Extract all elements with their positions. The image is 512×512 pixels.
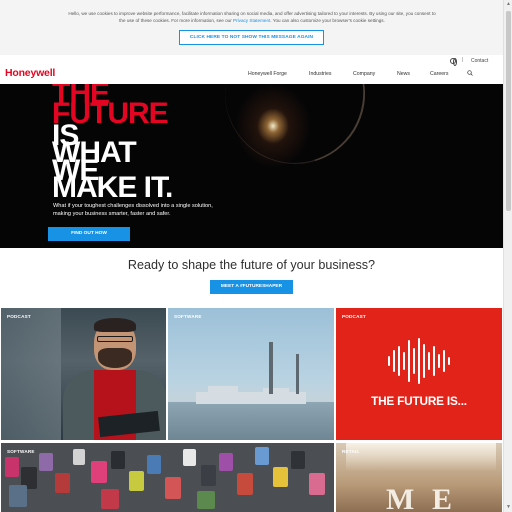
card-category-label: RETAIL [342, 449, 360, 454]
card-category-label: PODCAST [342, 314, 366, 319]
luggage-image [91, 461, 107, 483]
luggage-image [111, 451, 125, 469]
card-category-label: SOFTWARE [7, 449, 35, 454]
nav-item-industries[interactable]: Industries [309, 71, 332, 77]
soundwave-bar [418, 338, 420, 384]
privacy-statement-link[interactable]: Privacy Statement [233, 18, 270, 23]
luggage-image [237, 473, 253, 495]
meet-futureshaper-button[interactable]: MEET A #FUTURESHAPER [210, 280, 293, 294]
scroll-thumb[interactable] [506, 11, 511, 211]
luggage-image [5, 457, 19, 477]
hero-subtitle: What if your toughest challenges dissolv… [53, 203, 213, 217]
smokestack-image [296, 354, 299, 394]
card-category-label: SOFTWARE [174, 314, 202, 319]
luggage-image [9, 485, 27, 507]
dismiss-cookie-button[interactable]: CLICK HERE TO NOT SHOW THIS MESSAGE AGAI… [179, 30, 324, 45]
find-out-how-button[interactable]: FIND OUT HOW [48, 227, 130, 241]
luggage-image [291, 451, 305, 469]
soundwave-bar [448, 357, 450, 365]
scroll-up-arrow-icon[interactable]: ▲ [506, 2, 511, 7]
soundwave-bar [393, 350, 395, 372]
nav-item-news[interactable]: News [397, 71, 410, 77]
storefront-sign-image: M [386, 483, 415, 512]
scroll-down-arrow-icon[interactable]: ▼ [506, 505, 511, 510]
retail-card[interactable]: M E RETAIL [336, 443, 502, 512]
nav-item-careers[interactable]: Careers [430, 71, 448, 77]
person-beard-image [98, 348, 132, 368]
soundwave-bar [413, 348, 415, 374]
honeywell-logo[interactable]: Honeywell [5, 67, 55, 79]
luggage-image [183, 449, 196, 466]
hero-line-make-it: MAKE IT. [52, 171, 173, 204]
person-hair-image [94, 318, 136, 332]
soundwave-bar [443, 350, 445, 372]
search-icon[interactable] [467, 70, 473, 76]
soundwave-bar [403, 352, 405, 370]
cookie-banner: Hello, we use cookies to improve website… [0, 0, 503, 55]
cookie-text-line1: Hello, we use cookies to improve website… [68, 11, 436, 16]
podcast-card-1[interactable]: PODCAST [1, 308, 166, 440]
soundwave-bar [423, 344, 425, 378]
luggage-image [309, 473, 325, 495]
plant-building-image [208, 386, 238, 394]
luggage-image [129, 471, 144, 491]
card-category-label: PODCAST [7, 314, 31, 319]
hero-banner: THE FUTURE IS WHAT WE MAKE IT. What if y… [0, 84, 503, 248]
soundwave-bar [408, 340, 410, 382]
section-title: Ready to shape the future of your busine… [127, 258, 376, 272]
luggage-image [147, 455, 161, 474]
person-glasses-image [97, 336, 133, 342]
plant-building-image [263, 388, 289, 394]
soundwave-bar [438, 354, 440, 368]
cookie-message: Hello, we use cookies to improve website… [22, 10, 482, 24]
soundwave-bar [388, 356, 390, 366]
podcast-card-title: THE FUTURE IS... [371, 394, 467, 408]
store-lighting-image [346, 443, 496, 471]
luggage-image [219, 453, 233, 471]
luggage-image [101, 489, 119, 509]
background-lights-image [1, 308, 61, 440]
main-navigation: Honeywell Honeywell Forge Industries Com… [0, 62, 503, 84]
software-card-1[interactable]: SOFTWARE [168, 308, 334, 440]
software-card-2[interactable]: SOFTWARE [1, 443, 334, 512]
soundwave-bar [428, 352, 430, 370]
storefront-sign-image: E [432, 483, 453, 512]
nav-item-honeywell-forge[interactable]: Honeywell Forge [248, 71, 287, 77]
luggage-image [39, 453, 53, 471]
soundwave-bar [398, 346, 400, 376]
luggage-image [73, 449, 85, 465]
podcast-card-2[interactable]: THE FUTURE IS... PODCAST [336, 308, 502, 440]
nav-item-company[interactable]: Company [353, 71, 375, 77]
luggage-image [197, 491, 215, 509]
luggage-image [165, 477, 181, 499]
cookie-text-line2: the use of these cookies. For more infor… [119, 18, 234, 23]
luggage-image [55, 473, 70, 493]
soundwave-bar [433, 346, 435, 376]
luggage-image [273, 467, 288, 487]
luggage-image [255, 447, 269, 465]
smokestack-image [269, 342, 273, 394]
luggage-image [201, 465, 216, 486]
page-scrollbar[interactable]: ▲ ▼ [503, 0, 512, 512]
water-image [168, 402, 334, 440]
eclipse-glow-image [235, 84, 325, 184]
cookie-text-line2-end: . You can also customize your browser's … [270, 18, 385, 23]
